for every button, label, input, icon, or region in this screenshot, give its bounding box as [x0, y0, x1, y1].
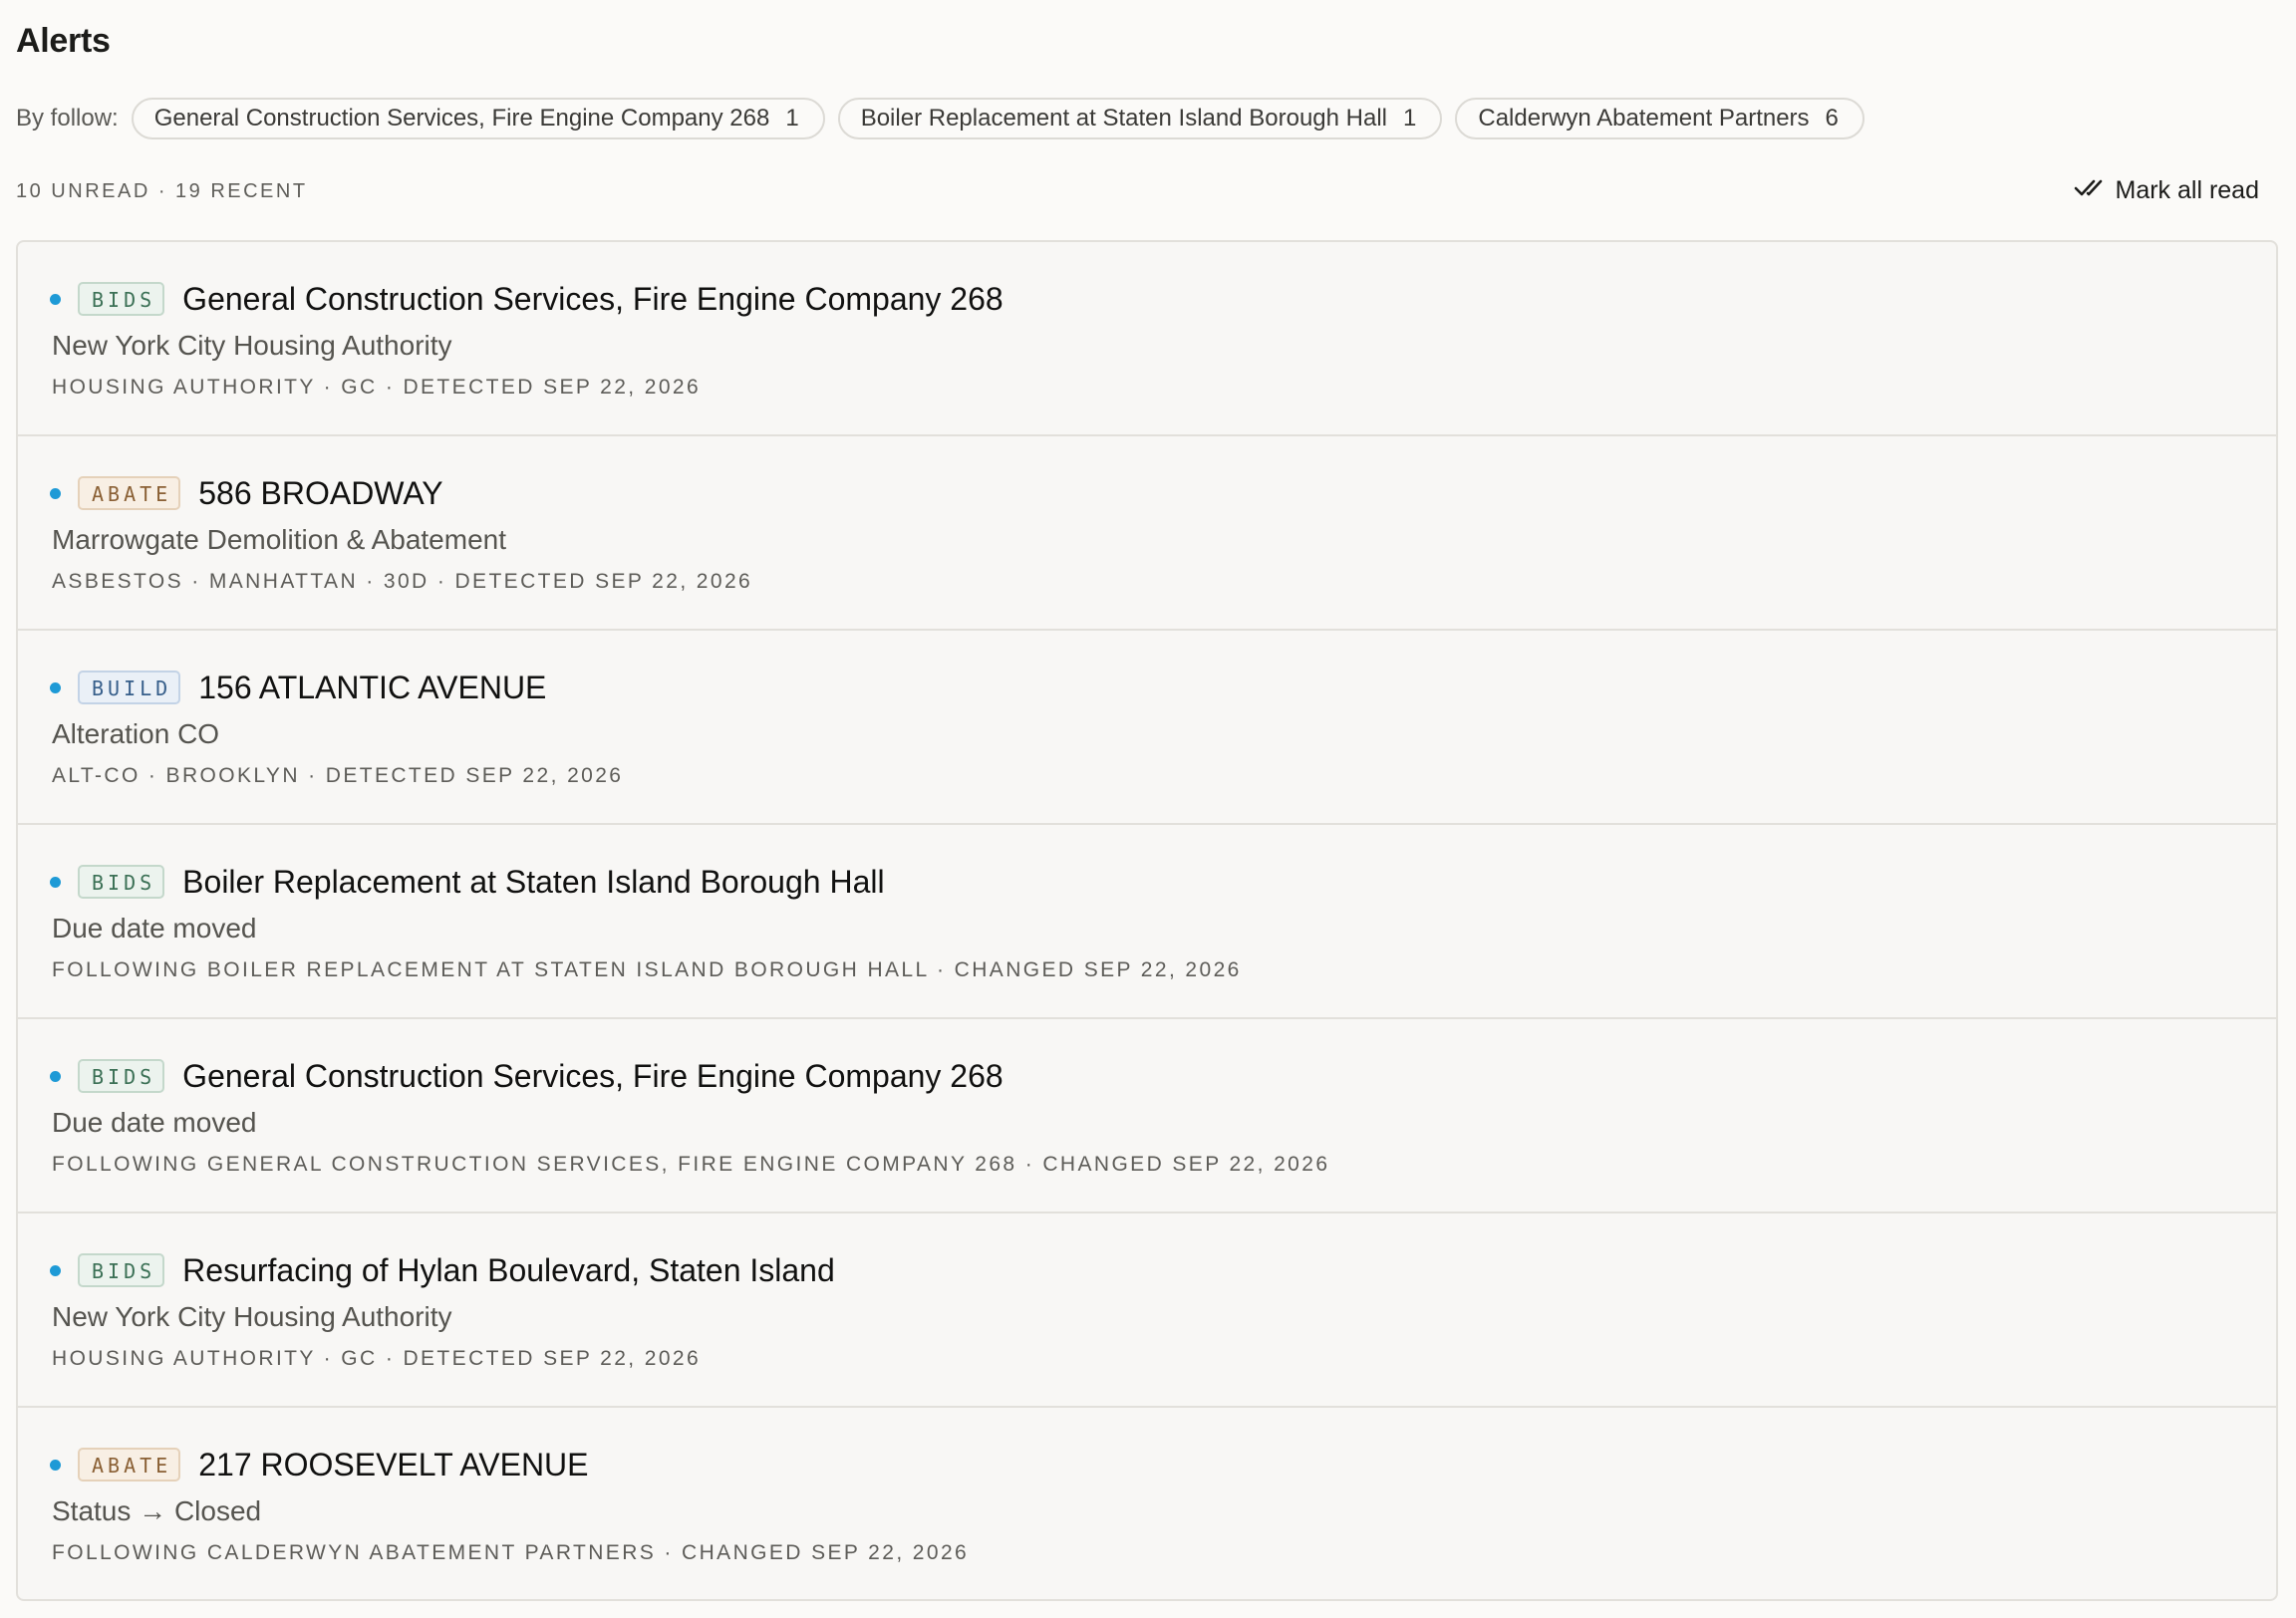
alert-item[interactable]: BIDS General Construction Services, Fire…: [18, 242, 2276, 436]
alert-meta: FOLLOWING CALDERWYN ABATEMENT PARTNERS ·…: [52, 1541, 970, 1564]
alert-subtitle: New York City Housing Authority: [52, 330, 452, 361]
alert-item[interactable]: ABATE 217 ROOSEVELT AVENUE Status → Clos…: [18, 1408, 2276, 1599]
mark-all-read-button[interactable]: Mark all read: [2074, 175, 2260, 206]
alerts-page: Alerts By follow: General Construction S…: [0, 0, 2296, 1618]
alert-item[interactable]: BIDS Resurfacing of Hylan Boulevard, Sta…: [18, 1214, 2276, 1408]
double-check-icon: [2074, 175, 2108, 206]
type-badge: ABATE: [78, 476, 181, 510]
alerts-list: BIDS General Construction Services, Fire…: [16, 240, 2278, 1601]
follow-label: By follow:: [16, 105, 119, 132]
unread-dot: [50, 1264, 61, 1276]
follow-chip-boiler-replacement[interactable]: Boiler Replacement at Staten Island Boro…: [837, 98, 1443, 139]
follow-chip-label: General Construction Services, Fire Engi…: [153, 105, 770, 132]
alert-title: General Construction Services, Fire Engi…: [182, 1057, 1004, 1094]
alert-title: 586 BROADWAY: [198, 474, 443, 511]
alert-subtitle: Status → Closed: [52, 1495, 262, 1526]
alert-item[interactable]: ABATE 586 BROADWAY Marrowgate Demolition…: [18, 436, 2276, 631]
mark-all-read-label: Mark all read: [2115, 176, 2260, 204]
alert-header: BIDS Boiler Replacement at Staten Island…: [50, 862, 885, 902]
follow-chip-count: 1: [785, 105, 799, 132]
alert-item[interactable]: BIDS Boiler Replacement at Staten Island…: [18, 825, 2276, 1019]
alert-title: Boiler Replacement at Staten Island Boro…: [182, 863, 885, 900]
alert-title: General Construction Services, Fire Engi…: [182, 280, 1004, 317]
follow-chip-general-construction[interactable]: General Construction Services, Fire Engi…: [131, 98, 825, 139]
alert-subtitle: New York City Housing Authority: [52, 1301, 452, 1332]
type-badge: BIDS: [78, 865, 165, 899]
type-badge: BIDS: [78, 1059, 165, 1093]
alert-meta: HOUSING AUTHORITY · GC · DETECTED SEP 22…: [52, 376, 702, 399]
alert-title: 156 ATLANTIC AVENUE: [198, 669, 547, 705]
follow-chip-label: Calderwyn Abatement Partners: [1478, 105, 1810, 132]
follow-filter-row: By follow: General Construction Services…: [16, 96, 1865, 141]
alert-title: Resurfacing of Hylan Boulevard, Staten I…: [182, 1251, 835, 1288]
alert-header: ABATE 586 BROADWAY: [50, 473, 443, 513]
alert-subtitle: Due date moved: [52, 913, 257, 944]
unread-dot: [50, 1459, 61, 1471]
unread-dot: [50, 681, 61, 693]
type-badge: ABATE: [78, 1448, 181, 1482]
alert-meta: FOLLOWING BOILER REPLACEMENT AT STATEN I…: [52, 958, 1242, 981]
alert-subtitle: Marrowgate Demolition & Abatement: [52, 524, 506, 555]
alert-item[interactable]: BIDS General Construction Services, Fire…: [18, 1019, 2276, 1214]
follow-chip-calderwyn[interactable]: Calderwyn Abatement Partners 6: [1455, 98, 1865, 139]
type-badge: BUILD: [78, 671, 181, 704]
alert-meta: ALT-CO · BROOKLYN · DETECTED SEP 22, 202…: [52, 764, 624, 787]
alert-header: BIDS General Construction Services, Fire…: [50, 1056, 1004, 1096]
alert-subtitle: Due date moved: [52, 1107, 257, 1138]
unread-dot: [50, 487, 61, 499]
type-badge: BIDS: [78, 1253, 165, 1287]
alert-header: BUILD 156 ATLANTIC AVENUE: [50, 668, 546, 707]
follow-chip-count: 1: [1403, 105, 1417, 132]
alert-title: 217 ROOSEVELT AVENUE: [198, 1446, 589, 1483]
alert-subtitle: Alteration CO: [52, 718, 220, 749]
follow-chip-label: Boiler Replacement at Staten Island Boro…: [860, 105, 1388, 132]
unread-dot: [50, 1070, 61, 1082]
alert-meta: FOLLOWING GENERAL CONSTRUCTION SERVICES,…: [52, 1153, 1330, 1176]
type-badge: BIDS: [78, 282, 165, 316]
alert-meta: HOUSING AUTHORITY · GC · DETECTED SEP 22…: [52, 1347, 702, 1370]
alert-meta: ASBESTOS · MANHATTAN · 30D · DETECTED SE…: [52, 570, 753, 593]
unread-recent-counts: 10 UNREAD · 19 RECENT: [16, 180, 308, 202]
unread-dot: [50, 876, 61, 888]
follow-chip-count: 6: [1825, 105, 1839, 132]
unread-dot: [50, 293, 61, 305]
alert-header: BIDS General Construction Services, Fire…: [50, 279, 1004, 319]
alert-header: BIDS Resurfacing of Hylan Boulevard, Sta…: [50, 1250, 835, 1290]
alert-item[interactable]: BUILD 156 ATLANTIC AVENUE Alteration CO …: [18, 631, 2276, 825]
alert-header: ABATE 217 ROOSEVELT AVENUE: [50, 1445, 589, 1484]
page-title: Alerts: [16, 22, 111, 60]
